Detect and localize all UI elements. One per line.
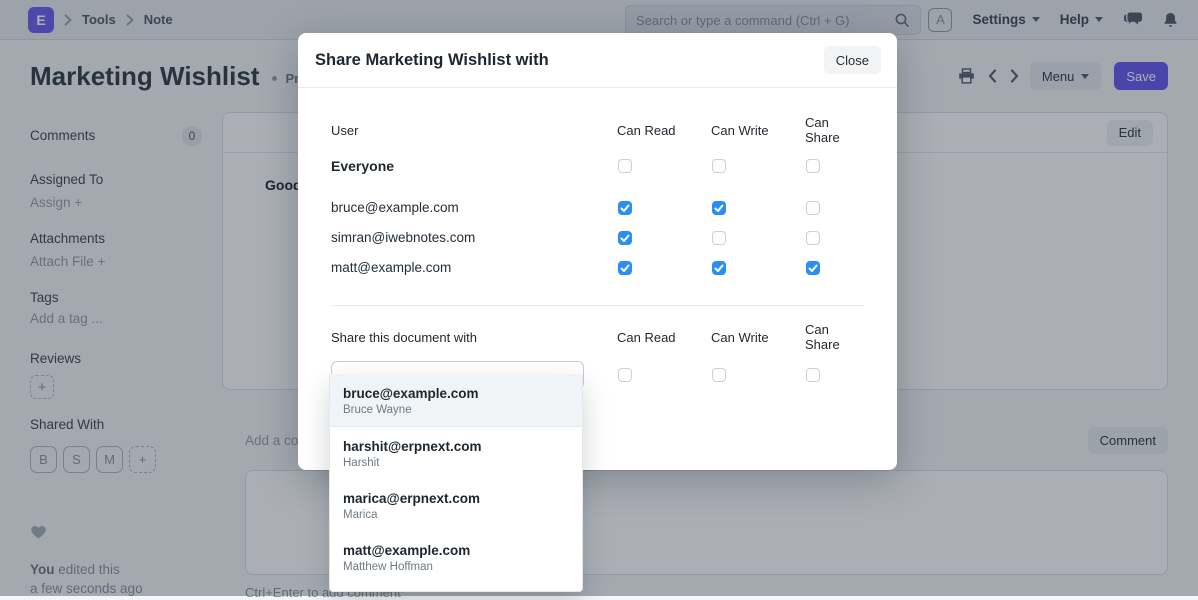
can-write-checkbox[interactable] (712, 159, 726, 173)
share-user: Everyone (331, 158, 617, 174)
share-user: matt@example.com (331, 260, 617, 275)
col-can-share: Can Share (805, 322, 864, 352)
can-share-checkbox[interactable] (806, 201, 820, 215)
can-share-checkbox[interactable] (806, 159, 820, 173)
dropdown-item[interactable]: harshit@erpnext.com Harshit (330, 429, 582, 479)
dropdown-item[interactable]: marica@erpnext.com Marica (330, 481, 582, 531)
can-write-checkbox[interactable] (712, 231, 726, 245)
can-share-checkbox[interactable] (806, 368, 820, 382)
dropdown-item[interactable]: bruce@example.com Bruce Wayne (330, 374, 582, 427)
dropdown-item-name: Bruce Wayne (343, 403, 569, 418)
can-write-checkbox[interactable] (712, 368, 726, 382)
can-read-checkbox[interactable] (618, 261, 632, 275)
share-with-header: Share this document with Can Read Can Wr… (331, 322, 864, 352)
share-row: bruce@example.com (331, 200, 864, 215)
col-can-read: Can Read (617, 123, 711, 138)
col-can-write: Can Write (711, 330, 805, 345)
can-share-checkbox[interactable] (806, 231, 820, 245)
share-user: simran@iwebnotes.com (331, 230, 617, 245)
share-user: bruce@example.com (331, 200, 617, 215)
can-read-checkbox[interactable] (618, 201, 632, 215)
user-suggestions-dropdown: bruce@example.com Bruce Wayne harshit@er… (329, 374, 583, 592)
col-can-write: Can Write (711, 123, 805, 138)
dropdown-item-email: matt@example.com (343, 541, 569, 560)
can-read-checkbox[interactable] (618, 159, 632, 173)
dropdown-item-name: Harshit (343, 456, 569, 471)
dropdown-item-email: harshit@erpnext.com (343, 437, 569, 456)
can-read-checkbox[interactable] (618, 231, 632, 245)
dropdown-item-email: bruce@example.com (343, 384, 569, 403)
share-modal-header: Share Marketing Wishlist with Close (298, 33, 897, 88)
can-share-checkbox[interactable] (806, 261, 820, 275)
share-modal-title: Share Marketing Wishlist with (315, 51, 549, 70)
share-with-label: Share this document with (331, 330, 617, 345)
share-row: simran@iwebnotes.com (331, 230, 864, 245)
can-read-checkbox[interactable] (618, 368, 632, 382)
close-button[interactable]: Close (824, 46, 881, 74)
section-divider (331, 305, 864, 306)
dropdown-item[interactable]: matt@example.com Matthew Hoffman (330, 533, 582, 583)
can-write-checkbox[interactable] (712, 261, 726, 275)
col-user: User (331, 123, 617, 138)
col-can-read: Can Read (617, 330, 711, 345)
dropdown-item-name: Matthew Hoffman (343, 560, 569, 575)
dropdown-item-email: marica@erpnext.com (343, 489, 569, 508)
col-can-share: Can Share (805, 115, 864, 145)
share-row-everyone: Everyone (331, 158, 864, 174)
share-table-header: User Can Read Can Write Can Share (331, 115, 864, 145)
share-row: matt@example.com (331, 260, 864, 275)
can-write-checkbox[interactable] (712, 201, 726, 215)
dropdown-item-name: Marica (343, 508, 569, 523)
